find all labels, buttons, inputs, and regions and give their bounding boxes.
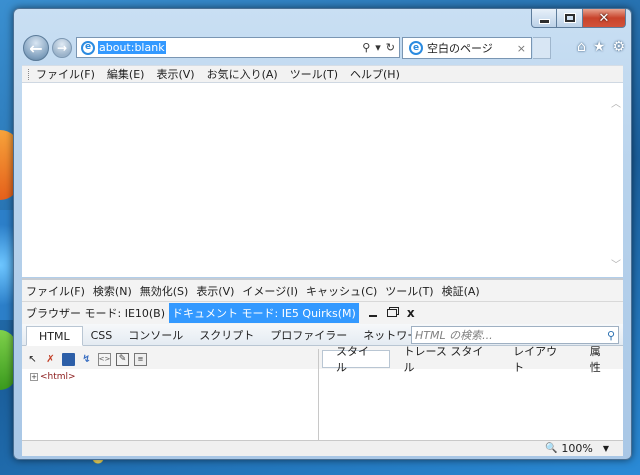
tab-close-icon[interactable]: × [517, 42, 526, 55]
tab-layout[interactable]: レイアウト [500, 345, 577, 374]
menu-help[interactable]: ヘルプ(H) [350, 66, 400, 82]
search-icon[interactable]: ⚲ [362, 41, 370, 54]
devtools-menu-tools[interactable]: ツール(T) [385, 283, 433, 299]
save-icon[interactable] [62, 352, 75, 366]
address-bar[interactable]: e about:blank ⚲ ▾ ↻ [76, 37, 400, 58]
favorites-star-icon[interactable]: ★ [593, 39, 606, 55]
tab-title: 空白のページ [427, 42, 493, 55]
zoom-control[interactable]: 🔍 100% ▼ [545, 442, 609, 455]
word-wrap-icon[interactable]: ≡ [134, 352, 147, 366]
maximize-button[interactable] [557, 9, 583, 28]
back-button[interactable]: ← [23, 35, 49, 61]
refresh-icon[interactable]: ↻ [386, 41, 395, 54]
scroll-up-icon[interactable]: ︿ [611, 95, 621, 110]
developer-tools-panel: ファイル(F) 検索(N) 無効化(S) 表示(V) イメージ(I) キャッシュ… [22, 278, 623, 441]
dom-tree-node[interactable]: + <html> [22, 369, 318, 382]
devtools-menu-cache[interactable]: キャッシュ(C) [306, 283, 377, 299]
menu-view[interactable]: 表示(V) [156, 66, 194, 82]
toolbar-grip[interactable] [28, 68, 30, 80]
command-icons: ⌂ ★ ⚙ [577, 39, 625, 55]
devtools-menu-disable[interactable]: 無効化(S) [140, 283, 189, 299]
zoom-icon: 🔍 [544, 443, 558, 454]
menu-edit[interactable]: 編集(E) [107, 66, 145, 82]
caption-buttons: ✕ [531, 9, 626, 28]
tab-style[interactable]: スタイル [322, 345, 391, 374]
devtools-menu-images[interactable]: イメージ(I) [242, 283, 298, 299]
devtools-menu-bar: ファイル(F) 検索(N) 無効化(S) 表示(V) イメージ(I) キャッシュ… [22, 280, 623, 302]
expand-icon[interactable]: + [30, 373, 38, 381]
html-tree-pane: ↖ ✗ ↯ <> ✎ ≡ + <html> [22, 349, 319, 441]
menu-favorites[interactable]: お気に入り(A) [207, 66, 278, 82]
page-content: ︿ ﹀ [22, 82, 623, 277]
devtools-menu-find[interactable]: 検索(N) [93, 283, 132, 299]
devtools-menu-validate[interactable]: 検証(A) [442, 283, 480, 299]
devtools-panes: ↖ ✗ ↯ <> ✎ ≡ + <html> スタイル トレース スタイル レイア… [22, 345, 623, 441]
devtools-menu-file[interactable]: ファイル(F) [26, 283, 85, 299]
devtools-popout-icon[interactable] [386, 309, 397, 317]
forward-arrow-icon: → [56, 41, 68, 55]
tab-blank-page[interactable]: e 空白のページ × [402, 37, 532, 59]
home-icon[interactable]: ⌂ [577, 39, 586, 55]
devtools-minimize-icon[interactable] [368, 314, 377, 317]
minimize-icon [539, 19, 549, 23]
tab-css[interactable]: CSS [83, 325, 121, 345]
back-arrow-icon: ← [29, 38, 43, 58]
html-search-placeholder: HTML の検索... [415, 329, 493, 342]
address-tools: ⚲ ▾ ↻ [362, 41, 399, 54]
navigation-bar: ← → e about:blank ⚲ ▾ ↻ e 空白のページ × ⌂ ★ ⚙ [14, 35, 631, 61]
menu-file[interactable]: ファイル(F) [36, 66, 95, 82]
source-code-icon[interactable]: <> [98, 352, 111, 366]
chevron-down-icon[interactable]: ▾ [375, 41, 381, 54]
style-pane: スタイル トレース スタイル レイアウト 属性 [319, 345, 623, 441]
tab-attributes[interactable]: 属性 [577, 345, 623, 374]
tab-profiler[interactable]: プロファイラー [262, 325, 355, 345]
zoom-level: 100% [561, 442, 593, 455]
scroll-down-icon[interactable]: ﹀ [611, 256, 621, 271]
browser-window: ✕ ← → e about:blank ⚲ ▾ ↻ e 空白のページ × ⌂ ★… [13, 8, 632, 460]
minimize-button[interactable] [531, 9, 557, 28]
browser-mode[interactable]: ブラウザー モード: IE10(B) [26, 305, 165, 321]
ie-tab-icon: e [409, 41, 423, 55]
devtools-window-controls: x [368, 306, 415, 320]
html-toolbar: ↖ ✗ ↯ <> ✎ ≡ [22, 349, 318, 369]
tab-script[interactable]: スクリプト [191, 325, 262, 345]
vertical-scrollbar[interactable]: ︿ ﹀ [607, 83, 623, 277]
address-url[interactable]: about:blank [98, 41, 166, 54]
tab-trace-style[interactable]: トレース スタイル [390, 345, 500, 374]
tree-node-label[interactable]: <html> [40, 372, 76, 382]
chevron-down-icon[interactable]: ▼ [603, 444, 609, 453]
menu-bar: ファイル(F) 編集(E) 表示(V) お気に入り(A) ツール(T) ヘルプ(… [22, 65, 623, 82]
html-search-input[interactable]: HTML の検索... ⚲ [411, 326, 619, 344]
tab-console[interactable]: コンソール [120, 325, 191, 345]
forward-button[interactable]: → [52, 38, 72, 58]
close-icon: ✕ [598, 10, 610, 26]
devtools-close-icon[interactable]: x [407, 306, 415, 320]
search-icon[interactable]: ⚲ [607, 329, 615, 342]
ie-page-icon: e [81, 40, 95, 55]
new-tab-button[interactable] [533, 37, 551, 59]
clear-icon[interactable]: ✗ [44, 353, 57, 366]
style-tab-bar: スタイル トレース スタイル レイアウト 属性 [319, 345, 623, 374]
close-button[interactable]: ✕ [583, 9, 626, 28]
devtools-mode-bar: ブラウザー モード: IE10(B) ドキュメント モード: IE5 Quirk… [22, 302, 623, 324]
select-element-icon[interactable]: ↖ [26, 353, 39, 366]
menu-tools[interactable]: ツール(T) [290, 66, 338, 82]
devtools-menu-view[interactable]: 表示(V) [196, 283, 234, 299]
refresh-icon[interactable]: ↯ [80, 353, 93, 366]
tools-gear-icon[interactable]: ⚙ [612, 39, 625, 55]
maximize-icon [564, 14, 575, 22]
status-bar: 🔍 100% ▼ [22, 440, 623, 456]
edit-icon[interactable]: ✎ [116, 352, 129, 366]
tab-html[interactable]: HTML [26, 326, 83, 346]
document-mode[interactable]: ドキュメント モード: IE5 Quirks(M) [169, 303, 359, 323]
